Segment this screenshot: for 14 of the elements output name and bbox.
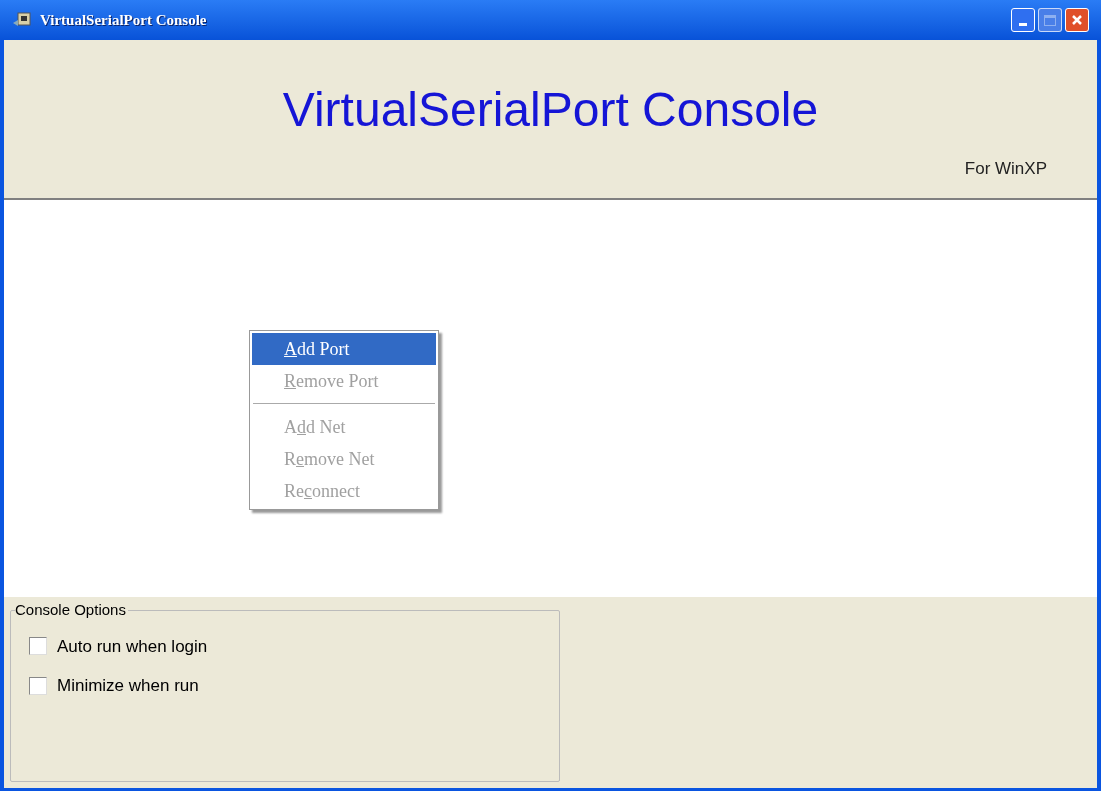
- close-icon: [1071, 14, 1083, 26]
- checkbox[interactable]: [29, 676, 47, 695]
- group-title: Console Options: [15, 600, 127, 620]
- maximize-button[interactable]: [1038, 8, 1062, 32]
- close-button[interactable]: [1065, 8, 1089, 32]
- window-title: VirtualSerialPort Console: [40, 10, 207, 30]
- checkbox-label: Minimize when run: [57, 675, 199, 697]
- app-icon: [12, 11, 32, 29]
- menu-item[interactable]: Add Port: [252, 333, 436, 365]
- minimize-button[interactable]: [1011, 8, 1035, 32]
- app-subtitle: For WinXP: [964, 158, 1047, 180]
- checkbox-label: Auto run when login: [57, 635, 208, 658]
- checkbox[interactable]: [29, 637, 47, 656]
- app-heading: VirtualSerialPort Console: [282, 86, 819, 134]
